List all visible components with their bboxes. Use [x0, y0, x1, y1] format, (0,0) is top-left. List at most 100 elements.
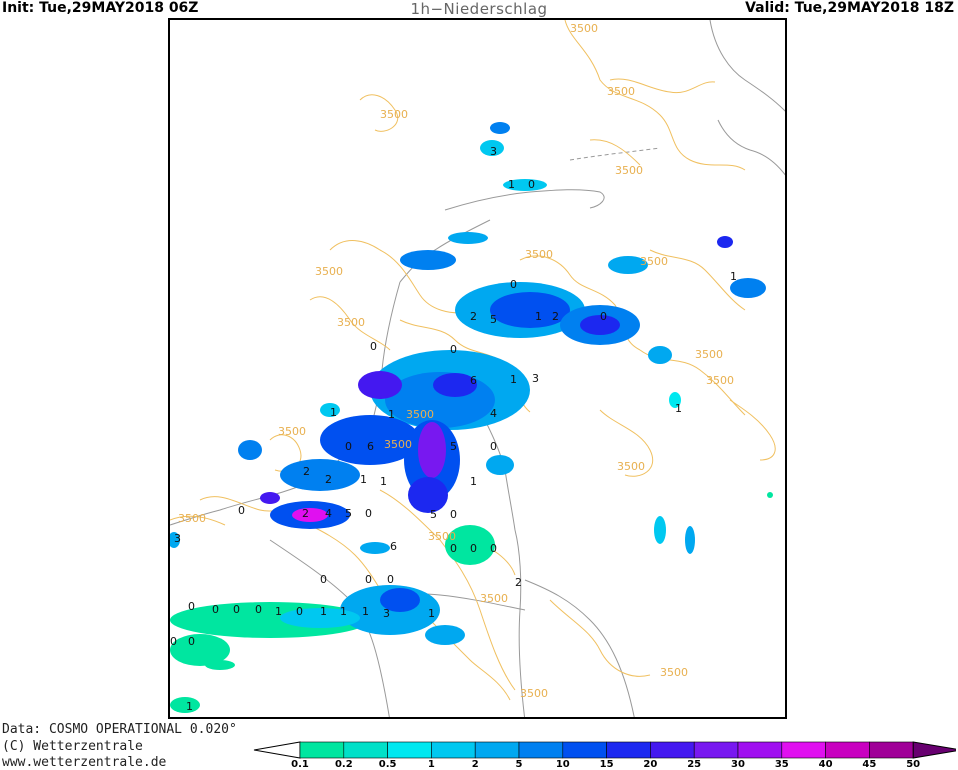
cell-value-label: 2	[470, 310, 477, 323]
map-canvas: 3500 3500 3500 3500 3500 3500 3500 3500 …	[170, 20, 785, 717]
colorbar-tick-label: 25	[687, 759, 702, 770]
contour-label: 3500	[660, 666, 688, 679]
colorbar-swatch	[781, 741, 826, 759]
contour-label: 3500	[315, 265, 343, 278]
cell-value-label: 5	[345, 507, 352, 520]
cell-value-label: 1	[380, 475, 387, 488]
colorbar-swatch	[474, 741, 520, 759]
cell-value-label: 2	[325, 473, 332, 486]
colorbar-swatch	[869, 741, 914, 759]
cell-value-label: 1	[340, 605, 347, 618]
colorbar-swatch	[387, 741, 432, 759]
contour-label: 3500	[384, 438, 412, 451]
cell-value-label: 2	[302, 507, 309, 520]
contour-label: 3500	[337, 316, 365, 329]
cell-value-label: 0	[490, 440, 497, 453]
colorbar-tick-label: 15	[599, 759, 614, 770]
cell-value-label: 6	[470, 374, 477, 387]
cell-value-label: 1	[360, 473, 367, 486]
colorbar-swatch	[606, 741, 651, 759]
valid-time: Valid: Tue,29MAY2018 18Z	[745, 0, 954, 16]
colorbar-tick-label: 5	[515, 759, 523, 770]
cell-value-label: 0	[345, 440, 352, 453]
website: www.wetterzentrale.de	[2, 755, 167, 770]
colorbar-swatch	[650, 741, 695, 759]
cell-value-label: 0	[600, 310, 607, 323]
cell-value-label: 1	[186, 700, 193, 713]
cell-value-label: 4	[325, 507, 332, 520]
cell-value-label: 5	[430, 508, 437, 521]
cell-value-label: 0	[370, 340, 377, 353]
contour-label: 3500	[607, 85, 635, 98]
copyright: (C) Wetterzentrale	[2, 739, 143, 754]
colorbar-swatch	[431, 741, 476, 759]
cell-value-label: 1	[428, 607, 435, 620]
cell-value-label: 1	[362, 605, 369, 618]
cell-value-label: 6	[390, 540, 397, 553]
cell-value-label: 0	[320, 573, 327, 586]
cell-value-label: 1	[330, 406, 337, 419]
cell-value-label: 6	[367, 440, 374, 453]
colorbar-tick-label: 40	[818, 759, 833, 770]
data-source: Data: COSMO OPERATIONAL 0.020°	[2, 722, 237, 737]
cell-value-label: 1	[508, 178, 515, 191]
colorbar-graphic	[253, 741, 956, 759]
cell-value-label: 1	[675, 402, 682, 415]
contour-label: 3500	[480, 592, 508, 605]
cell-value-label: 1	[470, 475, 477, 488]
contour-label: 3500	[525, 248, 553, 261]
colorbar-tick-label: 0.1	[291, 759, 309, 770]
colorbar-tick-label: 35	[774, 759, 789, 770]
cell-value-label: 0	[296, 605, 303, 618]
cell-value-label: 0	[212, 603, 219, 616]
contour-label: 3500	[570, 22, 598, 35]
cell-value-label: 3	[532, 372, 539, 385]
colorbar-swatch	[562, 741, 607, 759]
colorbar-swatch	[299, 741, 345, 759]
contour-label: 3500	[695, 348, 723, 361]
colorbar-under-arrow	[253, 741, 301, 759]
cell-value-label: 1	[510, 373, 517, 386]
colorbar-tick-label: 20	[643, 759, 658, 770]
cell-value-label: 3	[383, 607, 390, 620]
cell-value-label: 0	[387, 573, 394, 586]
cell-value-label: 0	[470, 542, 477, 555]
cell-value-label: 0	[450, 542, 457, 555]
contour-label: 3500	[380, 108, 408, 121]
contour-label: 3500	[178, 512, 206, 525]
cell-value-label: 0	[238, 504, 245, 517]
cell-value-label: 5	[490, 313, 497, 326]
cell-value-label: 2	[515, 576, 522, 589]
colorbar-swatch	[343, 741, 388, 759]
colorbar-tick-label: 10	[555, 759, 570, 770]
cell-value-label: 1	[275, 605, 282, 618]
colorbar-tick-label: 0.5	[378, 759, 397, 770]
cell-value-label: 0	[450, 343, 457, 356]
cell-value-label: 0	[188, 635, 195, 648]
cell-value-label: 2	[303, 465, 310, 478]
precipitation-map: 3500 3500 3500 3500 3500 3500 3500 3500 …	[168, 18, 787, 719]
cell-value-label: 0	[233, 603, 240, 616]
cell-value-label: 1	[320, 605, 327, 618]
colorbar-over-arrow	[912, 741, 956, 759]
cell-value-label: 1	[730, 270, 737, 283]
colorbar-tick-label: 1	[427, 759, 435, 770]
colorbar-tick-label: 2	[471, 759, 479, 770]
colorbar-tick-label: 45	[862, 759, 877, 770]
cell-value-label: 3	[490, 145, 497, 158]
cell-value-label: 0	[365, 573, 372, 586]
contour-label: 3500	[520, 687, 548, 700]
cell-value-label: 0	[528, 178, 535, 191]
cell-value-label: 4	[490, 407, 497, 420]
cell-value-label: 0	[450, 508, 457, 521]
contour-label: 3500	[640, 255, 668, 268]
contour-label: 3500	[706, 374, 734, 387]
cell-value-label: 0	[170, 635, 177, 648]
cell-value-label: 0	[188, 600, 195, 613]
precip-cells	[170, 122, 773, 713]
cell-value-label: 0	[365, 507, 372, 520]
contour-label: 3500	[406, 408, 434, 421]
colorbar-tick-label: 50	[906, 759, 921, 770]
colorbar-swatch	[825, 741, 870, 759]
cell-value-label: 2	[552, 310, 559, 323]
